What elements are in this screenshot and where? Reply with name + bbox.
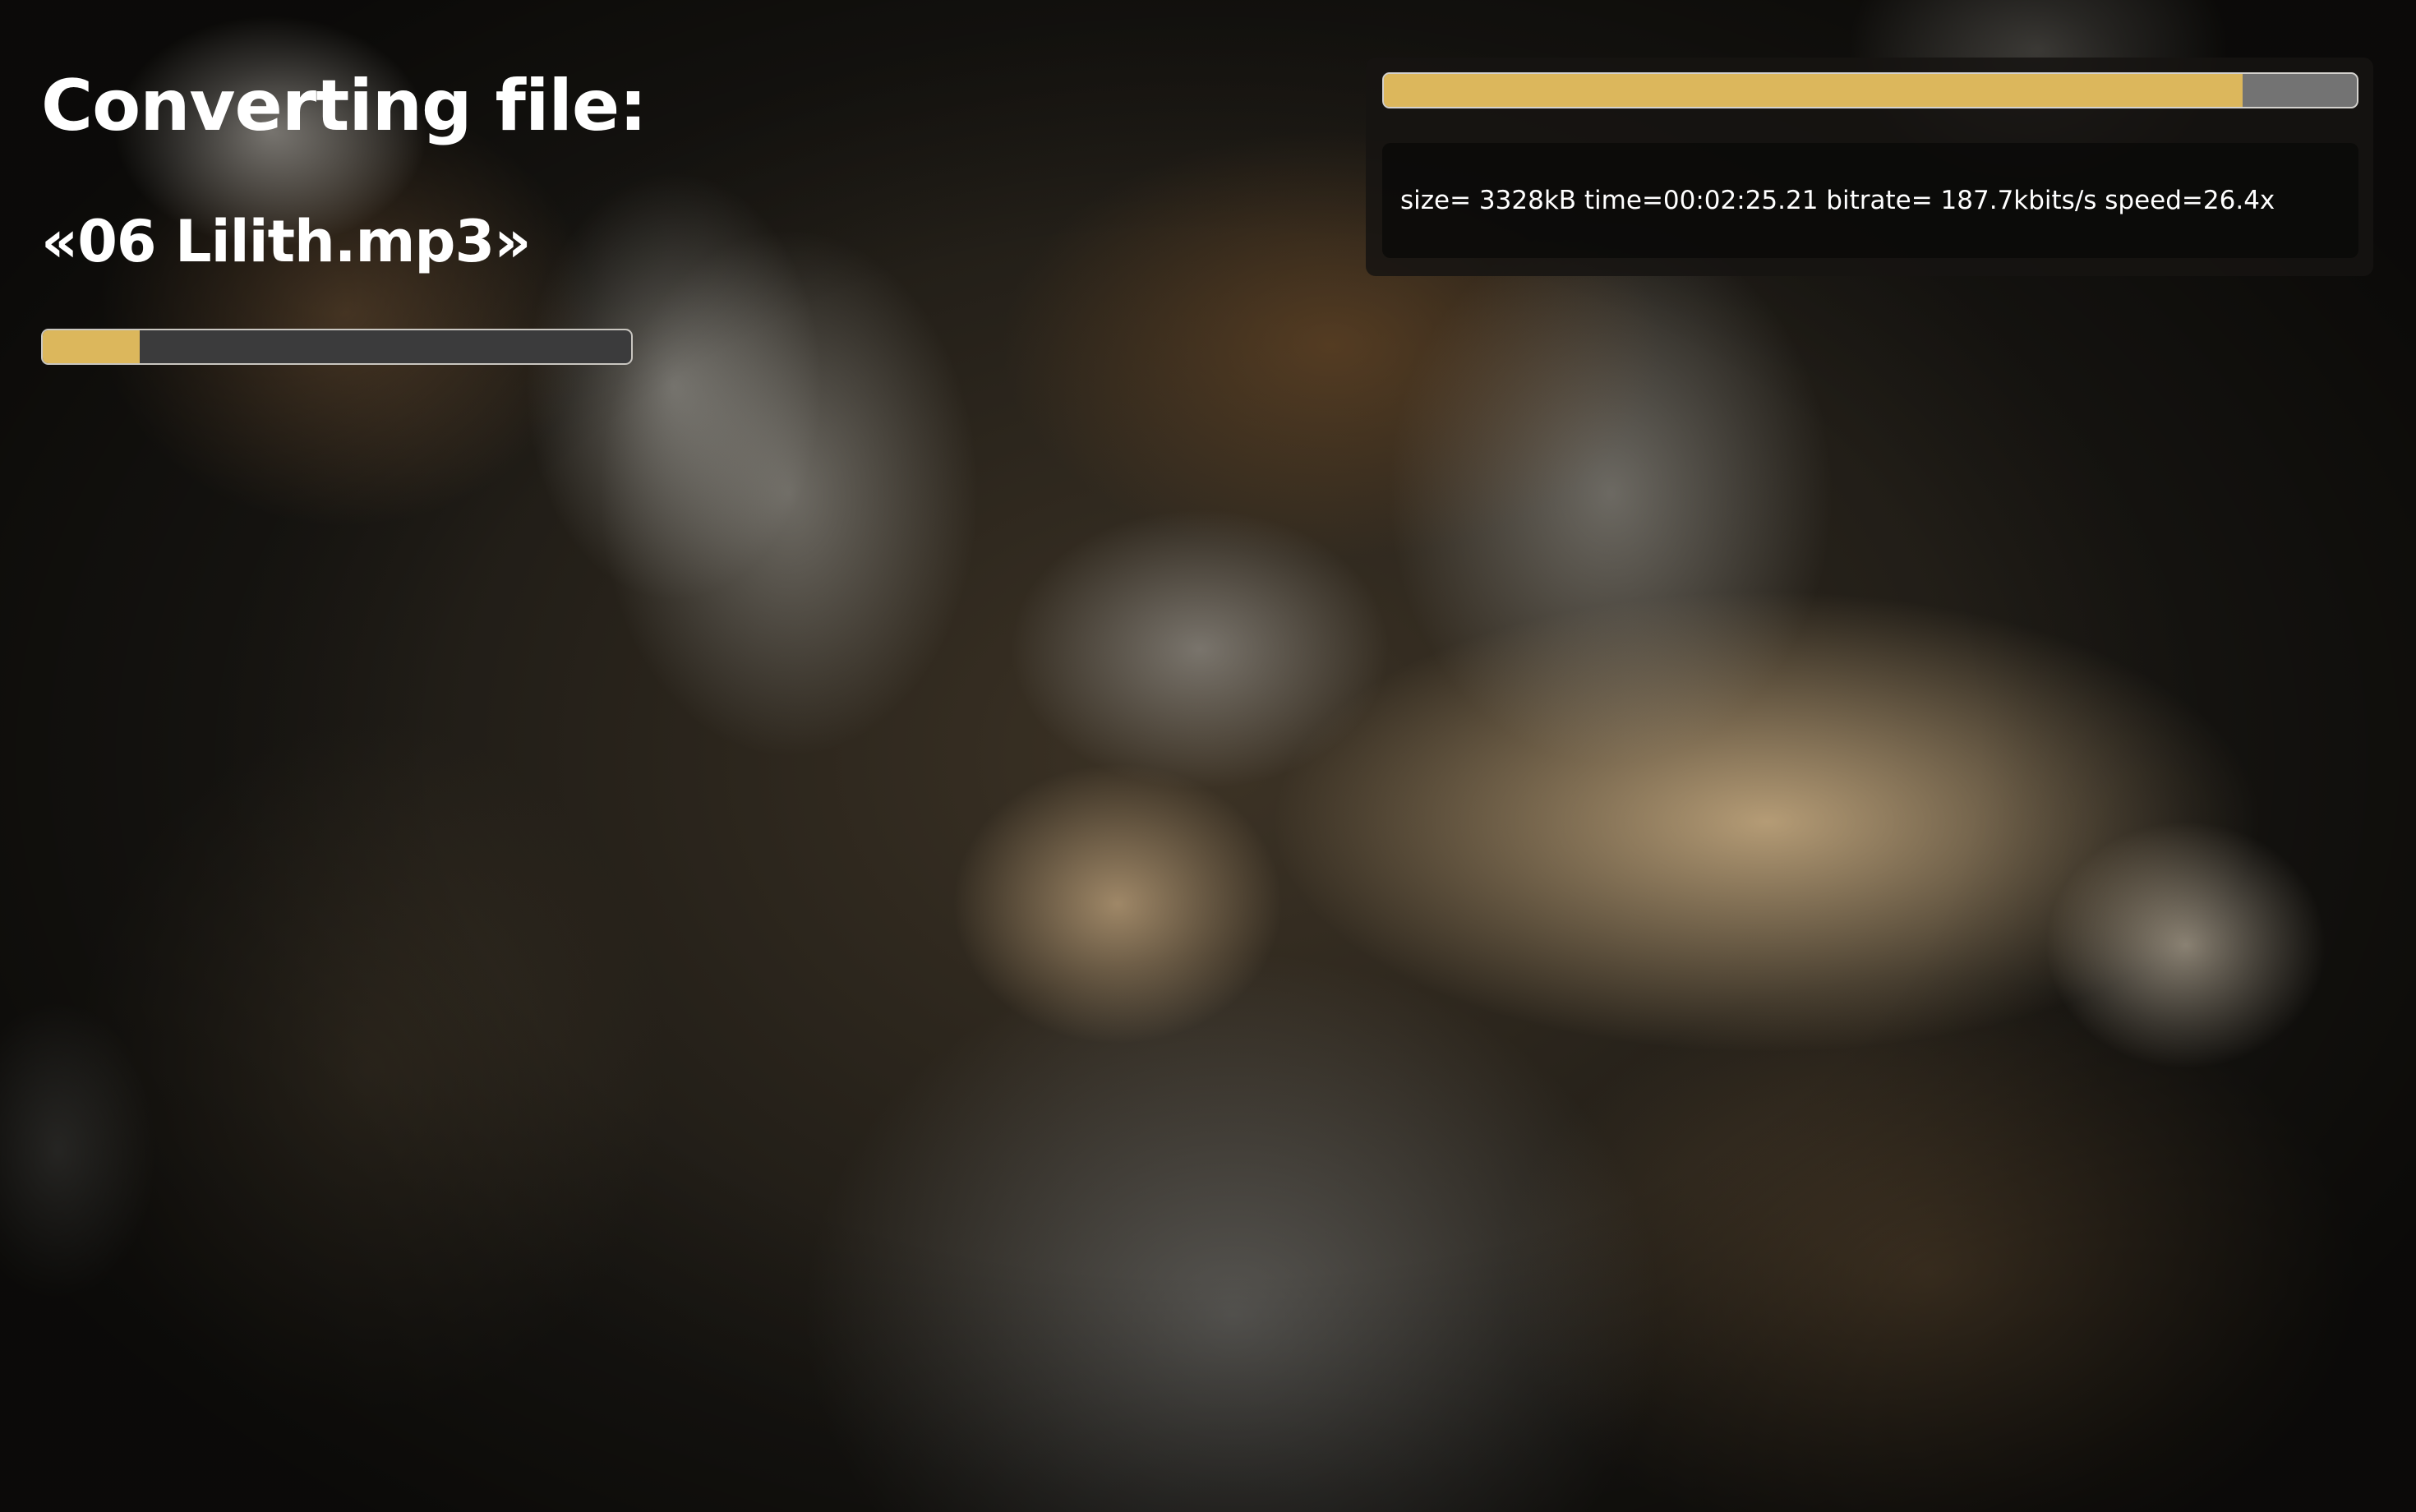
conversion-progress-bar xyxy=(1382,72,2358,108)
converter-screen: Converting file: «06 Lilith.mp3» size= 3… xyxy=(0,0,2416,1512)
page-title: Converting file: xyxy=(41,65,648,147)
ffmpeg-log-panel: size= 3328kB time=00:02:25.21 bitrate= 1… xyxy=(1366,58,2373,276)
log-status-line: size= 3328kB time=00:02:25.21 bitrate= 1… xyxy=(1400,186,2275,215)
conversion-progress-fill xyxy=(1384,74,2243,107)
current-file-name: «06 Lilith.mp3» xyxy=(41,208,531,275)
file-progress-bar xyxy=(41,329,633,365)
file-progress-fill xyxy=(43,330,141,363)
log-output: size= 3328kB time=00:02:25.21 bitrate= 1… xyxy=(1382,143,2358,258)
